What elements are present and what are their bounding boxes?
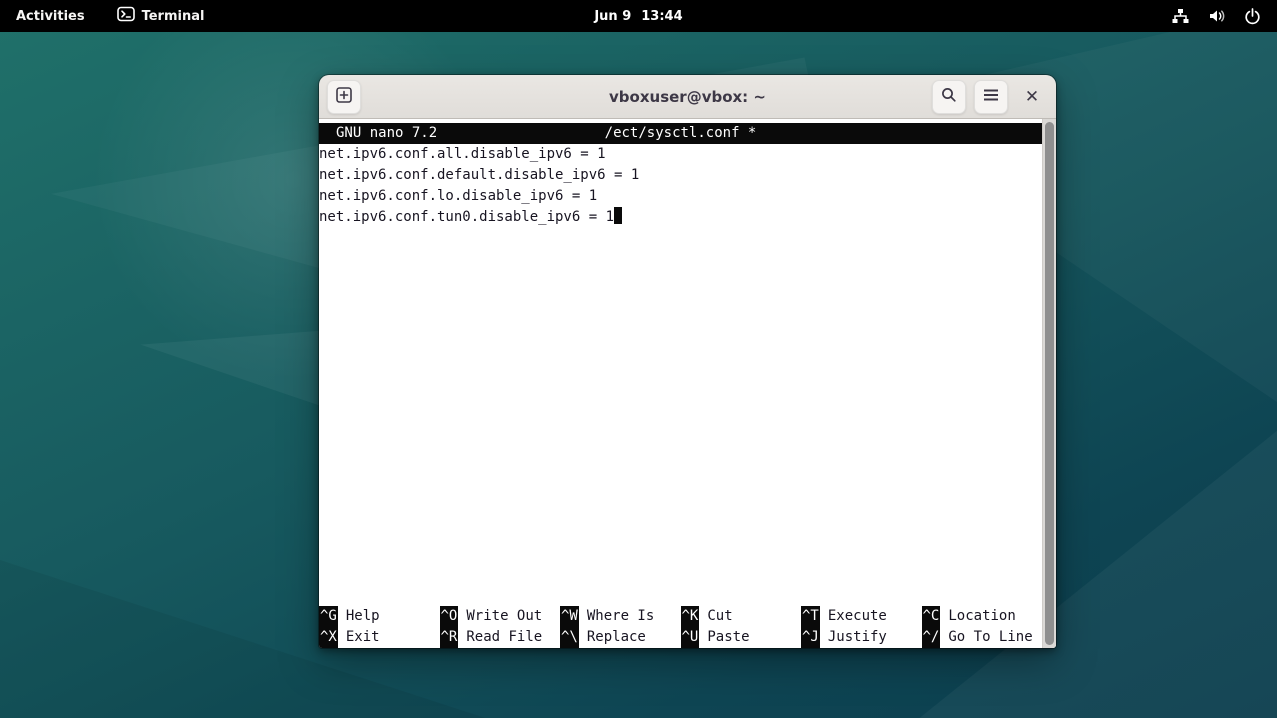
nano-shortcut: ^WWhere Is — [560, 606, 681, 627]
nano-shortcut: ^RRead File — [440, 627, 561, 648]
activities-label: Activities — [16, 9, 85, 24]
buffer-line: net.ipv6.conf.tun0.disable_ipv6 = 1 — [319, 207, 1042, 228]
focused-app-label: Terminal — [142, 9, 205, 24]
clock-date: Jun 9 — [594, 9, 631, 24]
focused-app-menu[interactable]: Terminal — [101, 0, 221, 32]
power-icon[interactable] — [1244, 8, 1261, 25]
close-icon: ✕ — [1025, 87, 1039, 107]
nano-buffer: net.ipv6.conf.all.disable_ipv6 = 1net.ip… — [319, 144, 1042, 228]
nano-empty-area — [319, 228, 1042, 606]
network-icon[interactable] — [1171, 8, 1190, 24]
nano-shortcut: ^/Go To Line — [922, 627, 1043, 648]
terminal-window: vboxuser@vbox: ~ — [319, 75, 1056, 648]
clock-time: 13:44 — [641, 9, 682, 24]
menu-button[interactable] — [974, 80, 1008, 114]
nano-shortcut: ^KCut — [681, 606, 802, 627]
nano-titlebar: GNU nano 7.2 /ect/sysctl.conf * — [319, 123, 1042, 144]
new-tab-button[interactable] — [327, 80, 361, 114]
search-button[interactable] — [932, 80, 966, 114]
buffer-line: net.ipv6.conf.all.disable_ipv6 = 1 — [319, 144, 1042, 165]
nano-shortcut: ^OWrite Out — [440, 606, 561, 627]
system-status-area[interactable] — [1155, 0, 1277, 32]
text-cursor — [614, 207, 622, 224]
terminal-scrollbar[interactable] — [1042, 119, 1056, 648]
buffer-line: net.ipv6.conf.default.disable_ipv6 = 1 — [319, 165, 1042, 186]
nano-shortcut: ^\Replace — [560, 627, 681, 648]
nano-shortcut: ^XExit — [319, 627, 440, 648]
window-title: vboxuser@vbox: ~ — [609, 88, 766, 106]
nano-shortcut: ^TExecute — [801, 606, 922, 627]
hamburger-menu-icon — [982, 87, 1000, 106]
volume-icon[interactable] — [1208, 8, 1226, 24]
activities-button[interactable]: Activities — [0, 0, 101, 32]
top-bar: Activities Terminal Jun 9 13:44 — [0, 0, 1277, 32]
clock-button[interactable]: Jun 9 13:44 — [582, 0, 694, 32]
window-titlebar[interactable]: vboxuser@vbox: ~ — [319, 75, 1056, 119]
nano-filename: /ect/sysctl.conf * — [605, 123, 757, 144]
nano-shortcut: ^GHelp — [319, 606, 440, 627]
new-tab-icon — [335, 86, 353, 107]
nano-shortcut: ^UPaste — [681, 627, 802, 648]
nano-shortcut: ^CLocation — [922, 606, 1043, 627]
buffer-line: net.ipv6.conf.lo.disable_ipv6 = 1 — [319, 186, 1042, 207]
nano-version: GNU nano 7.2 — [336, 123, 437, 144]
close-button[interactable]: ✕ — [1016, 81, 1048, 113]
search-icon — [940, 86, 958, 107]
nano-shortcut: ^JJustify — [801, 627, 922, 648]
terminal-icon — [117, 6, 135, 26]
nano-shortcuts: ^GHelp^OWrite Out^WWhere Is^KCut^TExecut… — [319, 606, 1042, 648]
scrollbar-thumb[interactable] — [1045, 122, 1054, 645]
terminal-content[interactable]: GNU nano 7.2 /ect/sysctl.conf * net.ipv6… — [319, 119, 1056, 648]
